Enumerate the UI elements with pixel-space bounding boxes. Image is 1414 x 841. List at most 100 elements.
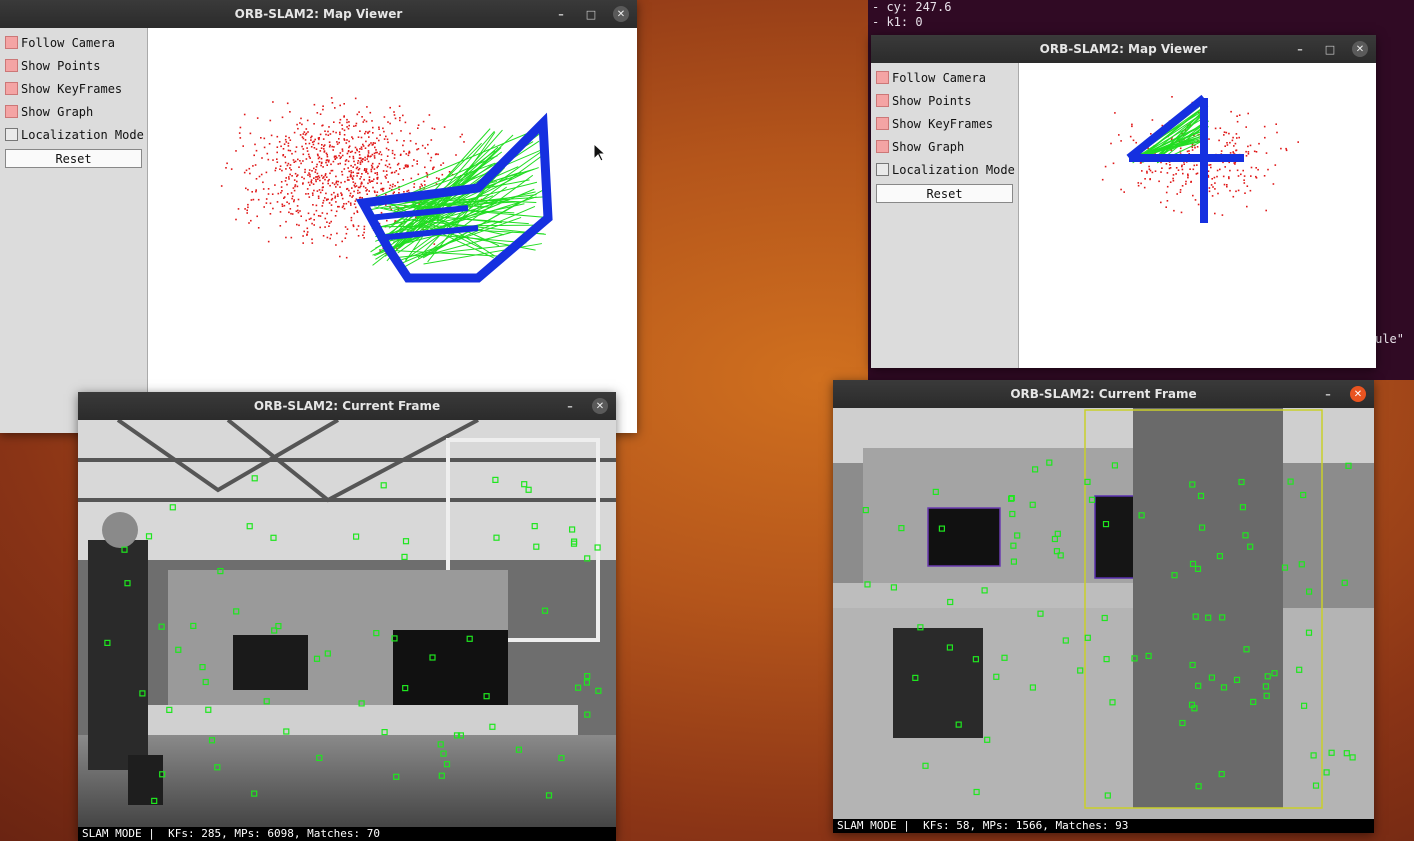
checkbox[interactable] [876,117,889,130]
map-3d-view[interactable] [148,28,637,433]
map-point [1263,125,1266,128]
map-point [318,138,320,141]
map-point [348,179,350,181]
map-point [1189,168,1191,170]
menu-item-follow-camera[interactable]: Follow Camera [0,31,147,54]
map-point [359,191,361,194]
checkbox[interactable] [876,163,889,176]
map-point [276,201,279,203]
map-point [1216,169,1219,172]
map-point [358,151,361,153]
map-points-canvas[interactable] [148,28,637,433]
checkbox[interactable] [5,59,18,72]
menu-item-follow-camera[interactable]: Follow Camera [871,66,1018,89]
map-point [1224,166,1226,168]
map-point [1249,144,1252,147]
menu-item-show-keyframes[interactable]: Show KeyFrames [0,77,147,100]
maximize-icon[interactable]: □ [583,6,599,22]
map-point [1247,145,1249,148]
map-point [345,256,348,259]
map-point [419,186,421,188]
viewer-menu-panel: Follow Camera Show Points Show KeyFrames… [871,63,1019,368]
map-point [1242,169,1244,172]
minimize-icon[interactable]: – [562,398,578,414]
map-point [375,194,378,197]
map-point [378,126,380,129]
checkbox[interactable] [876,71,889,84]
map-point [1194,146,1196,149]
map-point [311,238,313,241]
map-point [348,121,350,123]
map-point [308,218,311,220]
map-point [376,172,378,174]
map-point [403,191,405,193]
close-icon[interactable]: ✕ [592,398,608,414]
map-point [435,153,438,155]
terminal-fragment: ule" [1375,332,1404,346]
minimize-icon[interactable]: – [1292,41,1308,57]
map-point [1165,206,1167,208]
close-icon[interactable]: ✕ [1352,41,1368,57]
map-point [287,193,289,195]
checkbox[interactable] [5,82,18,95]
checkbox[interactable] [5,105,18,118]
map-point [402,179,404,181]
map-points-canvas[interactable] [1019,63,1376,368]
map-point [1191,149,1194,151]
map-point [345,232,348,235]
menu-item-localization-mode[interactable]: Localization Mode [871,158,1018,181]
map-point [255,149,258,152]
map-point [363,228,366,230]
menu-item-show-keyframes[interactable]: Show KeyFrames [871,112,1018,135]
map-point [442,162,445,164]
checkbox[interactable] [5,128,18,141]
map-point [1237,189,1240,192]
map-point [330,169,333,172]
map-point [363,237,365,239]
map-3d-view[interactable] [1019,63,1376,368]
checkbox[interactable] [876,140,889,153]
minimize-icon[interactable]: – [1320,386,1336,402]
map-point [289,111,291,113]
close-icon[interactable]: ✕ [1350,386,1366,402]
monitor-left [927,507,1001,567]
map-point [424,166,426,169]
map-point [426,176,429,178]
keyframe-trajectory [1126,94,1244,223]
menu-item-show-points[interactable]: Show Points [871,89,1018,112]
menu-item-show-graph[interactable]: Show Graph [0,100,147,123]
maximize-icon[interactable]: □ [1322,41,1338,57]
map-point [402,114,404,117]
checkbox[interactable] [876,94,889,107]
map-point [357,235,360,237]
map-point [395,170,398,172]
menu-item-show-points[interactable]: Show Points [0,54,147,77]
map-point [309,184,311,186]
map-point [383,138,386,140]
titlebar[interactable]: ORB-SLAM2: Map Viewer – □ ✕ [871,35,1376,63]
map-point [361,116,363,118]
map-point [349,192,352,195]
reset-button[interactable]: Reset [5,149,142,168]
map-point [311,170,313,172]
map-point [431,127,434,130]
titlebar[interactable]: ORB-SLAM2: Map Viewer – □ ✕ [0,0,637,28]
reset-button[interactable]: Reset [876,184,1013,203]
menu-item-localization-mode[interactable]: Localization Mode [0,123,147,146]
map-point [315,169,317,171]
titlebar[interactable]: ORB-SLAM2: Current Frame – ✕ [78,392,616,420]
map-point [302,148,305,150]
checkbox[interactable] [5,36,18,49]
close-icon[interactable]: ✕ [613,6,629,22]
minimize-icon[interactable]: – [553,6,569,22]
map-point [1274,164,1277,166]
map-point [271,193,274,195]
menu-item-show-graph[interactable]: Show Graph [871,135,1018,158]
map-point [1190,181,1192,183]
map-point [1172,174,1175,176]
map-point [360,136,363,139]
map-point [389,106,391,109]
map-point [343,203,345,205]
map-point [388,187,391,190]
titlebar[interactable]: ORB-SLAM2: Current Frame – ✕ [833,380,1374,408]
